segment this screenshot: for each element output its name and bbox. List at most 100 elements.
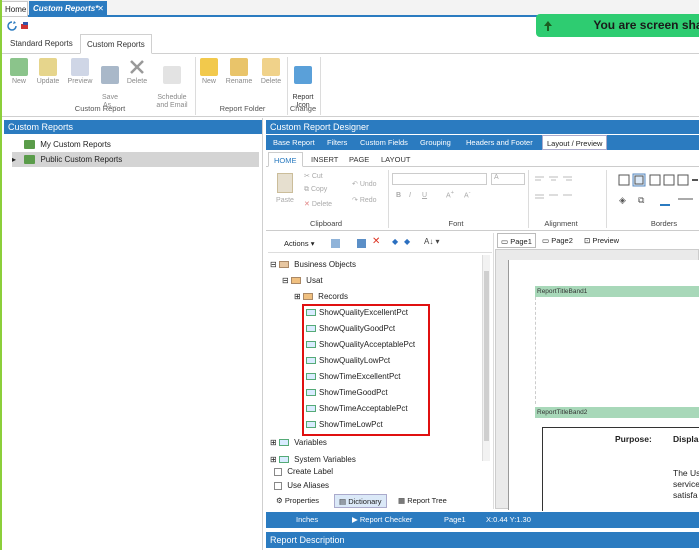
close-tab-icon[interactable]: ✕ bbox=[97, 1, 104, 17]
tab-standard-reports[interactable]: Standard Reports bbox=[4, 34, 79, 54]
tree-item-my-custom-reports[interactable]: My Custom Reports bbox=[24, 137, 111, 152]
delete-report-button[interactable]: Delete bbox=[124, 58, 150, 86]
cut-button[interactable]: ✂ Cut bbox=[304, 172, 323, 180]
tab-base-report[interactable]: Base Report bbox=[269, 135, 319, 150]
tab-properties[interactable]: ⚙ Properties bbox=[272, 494, 323, 508]
sort-icon[interactable]: A↓ ▾ bbox=[424, 237, 440, 246]
tree-business-objects[interactable]: ⊟ Business Objects bbox=[270, 257, 356, 272]
paste-label: Paste bbox=[276, 197, 294, 204]
tab-custom-fields[interactable]: Custom Fields bbox=[356, 135, 412, 150]
folder-new-button[interactable]: New bbox=[198, 58, 220, 86]
tree-item-public-custom-reports[interactable]: ▸ Public Custom Reports bbox=[12, 152, 259, 167]
report-tree-icon: ▦ bbox=[398, 496, 406, 505]
tab-layout[interactable]: LAYOUT bbox=[376, 152, 415, 167]
preview-button[interactable]: Preview bbox=[64, 58, 96, 86]
splitter[interactable] bbox=[493, 233, 494, 509]
tab-home-sub[interactable]: HOME bbox=[268, 152, 303, 167]
tab-page[interactable]: PAGE bbox=[344, 152, 374, 167]
tree-label: Business Objects bbox=[294, 260, 356, 269]
report-checker-button[interactable]: ▶ Report Checker bbox=[352, 512, 412, 528]
design-canvas[interactable]: ReportTitleBand1 ReportTitleBand2 Purpos… bbox=[495, 249, 699, 511]
redo-label: Redo bbox=[359, 197, 377, 204]
undo-button[interactable]: ↶ Undo bbox=[352, 180, 377, 188]
pin-icon[interactable] bbox=[20, 21, 30, 33]
tab-custom-reports-label: Custom Reports* bbox=[33, 4, 99, 13]
expand-arrow-icon[interactable]: ▸ bbox=[12, 152, 22, 167]
tab-grouping[interactable]: Grouping bbox=[416, 135, 455, 150]
use-aliases-checkbox[interactable]: Use Aliases bbox=[274, 478, 329, 493]
delete-x-icon bbox=[128, 58, 146, 76]
paste-button[interactable]: Paste bbox=[274, 173, 296, 204]
move-up-icon[interactable]: ◆ bbox=[392, 237, 398, 246]
font-name-select[interactable] bbox=[392, 173, 487, 185]
delete-x-icon[interactable]: ✕ bbox=[372, 236, 380, 247]
grow-font-button[interactable]: A+ bbox=[446, 190, 454, 199]
highlight-box bbox=[302, 304, 430, 436]
checkbox-icon[interactable] bbox=[274, 481, 282, 490]
body-line-1: The Us bbox=[673, 468, 699, 478]
delete-button[interactable]: ✕ Delete bbox=[304, 200, 332, 208]
play-icon: ▶ bbox=[352, 515, 358, 524]
group-report-folder: Report Folder bbox=[219, 104, 266, 113]
tab-filters[interactable]: Filters bbox=[323, 135, 351, 150]
page-icon: ▭ bbox=[542, 236, 550, 245]
font-size-select[interactable]: A bbox=[491, 173, 525, 185]
designer-sub-tabs: HOME INSERT PAGE LAYOUT bbox=[266, 151, 699, 167]
dictionary-scrollbar[interactable] bbox=[482, 255, 490, 461]
report-checker-label: Report Checker bbox=[359, 515, 413, 524]
tab-preview[interactable]: ⊡ Preview bbox=[581, 233, 622, 248]
folder-rename-button[interactable]: Rename bbox=[223, 58, 255, 86]
actions-menu[interactable]: Actions ▾ bbox=[284, 239, 314, 248]
tab-custom-reports-ribbon[interactable]: Custom Reports bbox=[80, 34, 152, 54]
edit-icon[interactable] bbox=[356, 237, 368, 251]
copy-button[interactable]: ⧉ Copy bbox=[304, 186, 327, 194]
report-title-band-2[interactable]: ReportTitleBand2 bbox=[535, 407, 699, 418]
shrink-font-button[interactable]: A- bbox=[464, 190, 471, 199]
border-buttons[interactable]: ◈ ⧉ bbox=[618, 173, 698, 213]
bold-button[interactable]: B bbox=[396, 192, 401, 199]
expand-icon[interactable]: ⊞ bbox=[270, 438, 277, 447]
tab-page2[interactable]: ▭ Page2 bbox=[539, 233, 576, 248]
folder-rename-icon bbox=[230, 58, 248, 76]
report-icon-button[interactable]: Report Icon bbox=[289, 58, 317, 110]
alignment-buttons[interactable] bbox=[534, 173, 584, 213]
report-description-header[interactable]: Report Description bbox=[266, 532, 699, 548]
move-down-icon[interactable]: ◆ bbox=[404, 237, 410, 246]
scrollbar-thumb[interactable] bbox=[484, 271, 489, 441]
update-icon bbox=[39, 58, 57, 76]
checkbox-icon[interactable] bbox=[274, 467, 282, 476]
redo-button[interactable]: ↷ Redo bbox=[352, 196, 377, 204]
folder-delete-button[interactable]: Delete bbox=[257, 58, 285, 86]
report-title-band-1[interactable]: ReportTitleBand1 bbox=[535, 286, 699, 297]
refresh-icon[interactable] bbox=[7, 21, 17, 33]
new-report-icon bbox=[10, 58, 28, 76]
folder-new-label: New bbox=[201, 78, 216, 85]
schedule-email-button[interactable]: Schedule and Email bbox=[153, 58, 191, 110]
paste-icon bbox=[277, 173, 293, 193]
tree-usat[interactable]: ⊟ Usat bbox=[282, 273, 323, 288]
collapse-icon[interactable]: ⊟ bbox=[282, 276, 289, 285]
tab-custom-reports[interactable]: Custom Reports* ✕ bbox=[29, 1, 107, 17]
body-line-2: service bbox=[673, 479, 699, 489]
collapse-icon[interactable]: ⊟ bbox=[270, 260, 277, 269]
tab-report-tree[interactable]: ▦ Report Tree bbox=[394, 494, 451, 508]
new-report-button[interactable]: New bbox=[6, 58, 32, 86]
expand-icon[interactable]: ⊞ bbox=[270, 455, 277, 464]
tab-dictionary[interactable]: ▤ Dictionary bbox=[334, 494, 387, 508]
italic-button[interactable]: I bbox=[409, 192, 411, 199]
update-button[interactable]: Update bbox=[34, 58, 62, 86]
tree-variables[interactable]: ⊞ Variables bbox=[270, 435, 327, 450]
tab-layout-preview[interactable]: Layout / Preview bbox=[542, 135, 608, 150]
tab-page1[interactable]: ▭ Page1 bbox=[497, 233, 536, 248]
expand-icon[interactable]: ⊞ bbox=[294, 292, 301, 301]
save-as-button[interactable]: Save As... bbox=[97, 58, 123, 110]
underline-button[interactable]: U bbox=[422, 192, 427, 199]
tab-home[interactable]: Home bbox=[0, 1, 28, 17]
new-item-icon[interactable] bbox=[330, 237, 342, 251]
create-label-checkbox[interactable]: Create Label bbox=[274, 464, 333, 479]
units-indicator[interactable]: Inches bbox=[296, 512, 318, 528]
tab-insert[interactable]: INSERT bbox=[306, 152, 343, 167]
actions-label: Actions bbox=[284, 239, 309, 248]
tree-records[interactable]: ⊞ Records bbox=[294, 289, 348, 304]
tab-headers-footer[interactable]: Headers and Footer bbox=[462, 135, 537, 150]
